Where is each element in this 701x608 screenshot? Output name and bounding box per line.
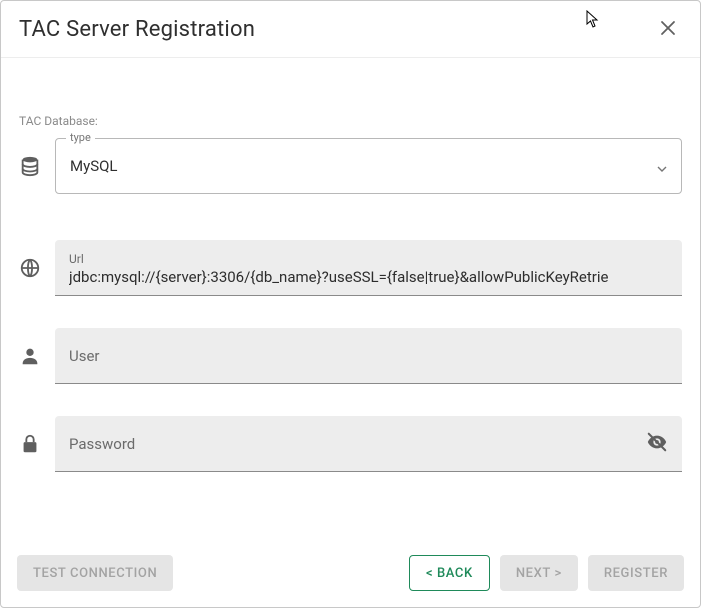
type-value: MySQL xyxy=(70,157,657,175)
close-icon xyxy=(660,20,676,39)
test-connection-button[interactable]: TEST CONNECTION xyxy=(17,555,173,591)
user-icon xyxy=(19,345,55,367)
url-row: Url xyxy=(19,240,682,296)
password-row xyxy=(19,416,682,472)
password-field[interactable] xyxy=(55,416,682,472)
user-input[interactable] xyxy=(69,328,668,383)
dialog-title: TAC Server Registration xyxy=(19,17,255,42)
dialog-header: TAC Server Registration xyxy=(1,1,700,58)
close-button[interactable] xyxy=(654,15,682,43)
user-row xyxy=(19,328,682,384)
globe-icon xyxy=(19,257,55,279)
type-row: type MySQL xyxy=(19,138,682,194)
footer-right-group: < BACK NEXT > REGISTER xyxy=(409,555,684,591)
database-icon xyxy=(19,155,55,177)
type-label: type xyxy=(66,131,95,144)
url-label: Url xyxy=(69,252,84,266)
section-label: TAC Database: xyxy=(19,114,682,128)
password-input[interactable] xyxy=(69,416,634,471)
next-button[interactable]: NEXT > xyxy=(500,555,578,591)
type-select[interactable]: type MySQL xyxy=(55,138,682,194)
back-button[interactable]: < BACK xyxy=(409,555,490,591)
registration-dialog: TAC Server Registration TAC Database: ty… xyxy=(0,0,701,608)
url-field[interactable]: Url xyxy=(55,240,682,296)
type-select-wrap: type MySQL xyxy=(55,138,682,194)
dialog-footer: TEST CONNECTION < BACK NEXT > REGISTER xyxy=(1,541,700,607)
lock-icon xyxy=(19,433,55,455)
dialog-body: TAC Database: type MySQL Url xyxy=(1,58,700,541)
chevron-down-icon xyxy=(657,157,667,176)
url-input[interactable] xyxy=(69,268,668,286)
visibility-off-icon[interactable] xyxy=(646,431,668,457)
register-button[interactable]: REGISTER xyxy=(588,555,684,591)
user-field[interactable] xyxy=(55,328,682,384)
